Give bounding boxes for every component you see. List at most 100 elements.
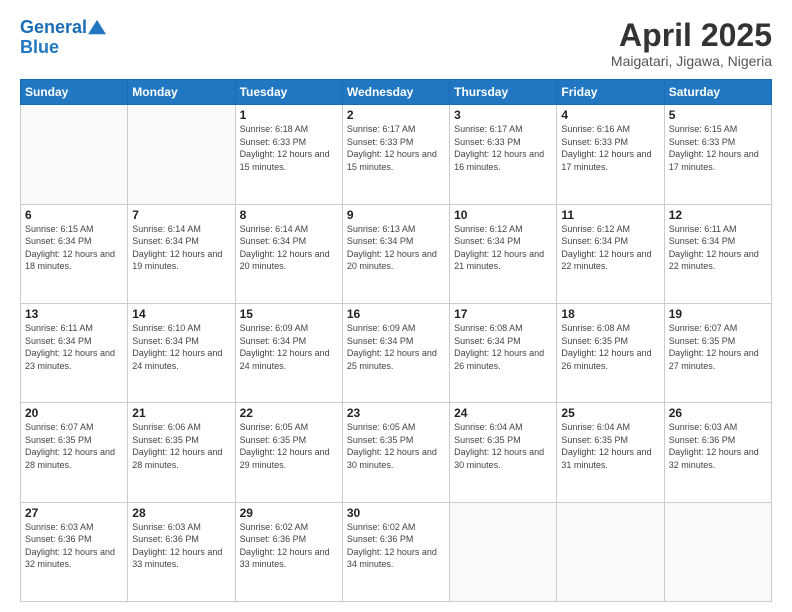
title-block: April 2025 Maigatari, Jigawa, Nigeria — [611, 18, 772, 69]
day-number: 30 — [347, 506, 445, 520]
day-info: Sunrise: 6:12 AM Sunset: 6:34 PM Dayligh… — [454, 223, 552, 273]
day-number: 13 — [25, 307, 123, 321]
subtitle: Maigatari, Jigawa, Nigeria — [611, 53, 772, 69]
day-info: Sunrise: 6:08 AM Sunset: 6:34 PM Dayligh… — [454, 322, 552, 372]
calendar-week-row: 27Sunrise: 6:03 AM Sunset: 6:36 PM Dayli… — [21, 502, 772, 601]
day-number: 4 — [561, 108, 659, 122]
day-number: 7 — [132, 208, 230, 222]
table-row: 27Sunrise: 6:03 AM Sunset: 6:36 PM Dayli… — [21, 502, 128, 601]
page: General Blue April 2025 Maigatari, Jigaw… — [0, 0, 792, 612]
main-title: April 2025 — [611, 18, 772, 53]
day-info: Sunrise: 6:11 AM Sunset: 6:34 PM Dayligh… — [669, 223, 767, 273]
table-row: 10Sunrise: 6:12 AM Sunset: 6:34 PM Dayli… — [450, 204, 557, 303]
day-info: Sunrise: 6:14 AM Sunset: 6:34 PM Dayligh… — [240, 223, 338, 273]
table-row: 30Sunrise: 6:02 AM Sunset: 6:36 PM Dayli… — [342, 502, 449, 601]
day-info: Sunrise: 6:07 AM Sunset: 6:35 PM Dayligh… — [669, 322, 767, 372]
day-info: Sunrise: 6:06 AM Sunset: 6:35 PM Dayligh… — [132, 421, 230, 471]
table-row — [664, 502, 771, 601]
day-info: Sunrise: 6:15 AM Sunset: 6:34 PM Dayligh… — [25, 223, 123, 273]
day-number: 14 — [132, 307, 230, 321]
table-row: 21Sunrise: 6:06 AM Sunset: 6:35 PM Dayli… — [128, 403, 235, 502]
col-sunday: Sunday — [21, 80, 128, 105]
table-row: 25Sunrise: 6:04 AM Sunset: 6:35 PM Dayli… — [557, 403, 664, 502]
day-info: Sunrise: 6:03 AM Sunset: 6:36 PM Dayligh… — [25, 521, 123, 571]
table-row: 17Sunrise: 6:08 AM Sunset: 6:34 PM Dayli… — [450, 303, 557, 402]
table-row: 12Sunrise: 6:11 AM Sunset: 6:34 PM Dayli… — [664, 204, 771, 303]
day-info: Sunrise: 6:15 AM Sunset: 6:33 PM Dayligh… — [669, 123, 767, 173]
day-number: 6 — [25, 208, 123, 222]
day-number: 2 — [347, 108, 445, 122]
day-number: 3 — [454, 108, 552, 122]
table-row: 7Sunrise: 6:14 AM Sunset: 6:34 PM Daylig… — [128, 204, 235, 303]
table-row: 23Sunrise: 6:05 AM Sunset: 6:35 PM Dayli… — [342, 403, 449, 502]
day-number: 28 — [132, 506, 230, 520]
day-number: 5 — [669, 108, 767, 122]
day-number: 22 — [240, 406, 338, 420]
day-number: 15 — [240, 307, 338, 321]
col-friday: Friday — [557, 80, 664, 105]
day-info: Sunrise: 6:03 AM Sunset: 6:36 PM Dayligh… — [669, 421, 767, 471]
table-row: 8Sunrise: 6:14 AM Sunset: 6:34 PM Daylig… — [235, 204, 342, 303]
table-row: 3Sunrise: 6:17 AM Sunset: 6:33 PM Daylig… — [450, 105, 557, 204]
day-info: Sunrise: 6:04 AM Sunset: 6:35 PM Dayligh… — [561, 421, 659, 471]
day-info: Sunrise: 6:17 AM Sunset: 6:33 PM Dayligh… — [347, 123, 445, 173]
table-row: 1Sunrise: 6:18 AM Sunset: 6:33 PM Daylig… — [235, 105, 342, 204]
col-monday: Monday — [128, 80, 235, 105]
day-info: Sunrise: 6:10 AM Sunset: 6:34 PM Dayligh… — [132, 322, 230, 372]
col-saturday: Saturday — [664, 80, 771, 105]
table-row — [557, 502, 664, 601]
day-number: 20 — [25, 406, 123, 420]
day-number: 18 — [561, 307, 659, 321]
table-row — [128, 105, 235, 204]
table-row: 6Sunrise: 6:15 AM Sunset: 6:34 PM Daylig… — [21, 204, 128, 303]
day-info: Sunrise: 6:14 AM Sunset: 6:34 PM Dayligh… — [132, 223, 230, 273]
table-row: 26Sunrise: 6:03 AM Sunset: 6:36 PM Dayli… — [664, 403, 771, 502]
day-number: 26 — [669, 406, 767, 420]
day-info: Sunrise: 6:05 AM Sunset: 6:35 PM Dayligh… — [240, 421, 338, 471]
day-info: Sunrise: 6:02 AM Sunset: 6:36 PM Dayligh… — [240, 521, 338, 571]
day-info: Sunrise: 6:02 AM Sunset: 6:36 PM Dayligh… — [347, 521, 445, 571]
table-row: 11Sunrise: 6:12 AM Sunset: 6:34 PM Dayli… — [557, 204, 664, 303]
calendar-table: Sunday Monday Tuesday Wednesday Thursday… — [20, 79, 772, 602]
table-row: 2Sunrise: 6:17 AM Sunset: 6:33 PM Daylig… — [342, 105, 449, 204]
calendar-week-row: 6Sunrise: 6:15 AM Sunset: 6:34 PM Daylig… — [21, 204, 772, 303]
day-info: Sunrise: 6:12 AM Sunset: 6:34 PM Dayligh… — [561, 223, 659, 273]
table-row: 19Sunrise: 6:07 AM Sunset: 6:35 PM Dayli… — [664, 303, 771, 402]
logo-blue: Blue — [20, 38, 108, 58]
day-number: 16 — [347, 307, 445, 321]
calendar-week-row: 20Sunrise: 6:07 AM Sunset: 6:35 PM Dayli… — [21, 403, 772, 502]
day-number: 1 — [240, 108, 338, 122]
table-row: 14Sunrise: 6:10 AM Sunset: 6:34 PM Dayli… — [128, 303, 235, 402]
day-number: 11 — [561, 208, 659, 222]
day-info: Sunrise: 6:13 AM Sunset: 6:34 PM Dayligh… — [347, 223, 445, 273]
col-wednesday: Wednesday — [342, 80, 449, 105]
table-row: 9Sunrise: 6:13 AM Sunset: 6:34 PM Daylig… — [342, 204, 449, 303]
table-row: 4Sunrise: 6:16 AM Sunset: 6:33 PM Daylig… — [557, 105, 664, 204]
day-number: 10 — [454, 208, 552, 222]
table-row: 16Sunrise: 6:09 AM Sunset: 6:34 PM Dayli… — [342, 303, 449, 402]
day-number: 19 — [669, 307, 767, 321]
day-number: 27 — [25, 506, 123, 520]
day-info: Sunrise: 6:03 AM Sunset: 6:36 PM Dayligh… — [132, 521, 230, 571]
calendar-week-row: 13Sunrise: 6:11 AM Sunset: 6:34 PM Dayli… — [21, 303, 772, 402]
day-info: Sunrise: 6:18 AM Sunset: 6:33 PM Dayligh… — [240, 123, 338, 173]
calendar-week-row: 1Sunrise: 6:18 AM Sunset: 6:33 PM Daylig… — [21, 105, 772, 204]
table-row: 28Sunrise: 6:03 AM Sunset: 6:36 PM Dayli… — [128, 502, 235, 601]
day-number: 17 — [454, 307, 552, 321]
table-row: 5Sunrise: 6:15 AM Sunset: 6:33 PM Daylig… — [664, 105, 771, 204]
day-number: 25 — [561, 406, 659, 420]
day-number: 9 — [347, 208, 445, 222]
day-info: Sunrise: 6:09 AM Sunset: 6:34 PM Dayligh… — [240, 322, 338, 372]
col-thursday: Thursday — [450, 80, 557, 105]
day-info: Sunrise: 6:08 AM Sunset: 6:35 PM Dayligh… — [561, 322, 659, 372]
table-row — [21, 105, 128, 204]
logo-text: General — [20, 18, 87, 38]
logo: General Blue — [20, 18, 108, 58]
table-row: 22Sunrise: 6:05 AM Sunset: 6:35 PM Dayli… — [235, 403, 342, 502]
day-number: 8 — [240, 208, 338, 222]
table-row: 20Sunrise: 6:07 AM Sunset: 6:35 PM Dayli… — [21, 403, 128, 502]
table-row — [450, 502, 557, 601]
day-info: Sunrise: 6:17 AM Sunset: 6:33 PM Dayligh… — [454, 123, 552, 173]
day-number: 21 — [132, 406, 230, 420]
table-row: 13Sunrise: 6:11 AM Sunset: 6:34 PM Dayli… — [21, 303, 128, 402]
